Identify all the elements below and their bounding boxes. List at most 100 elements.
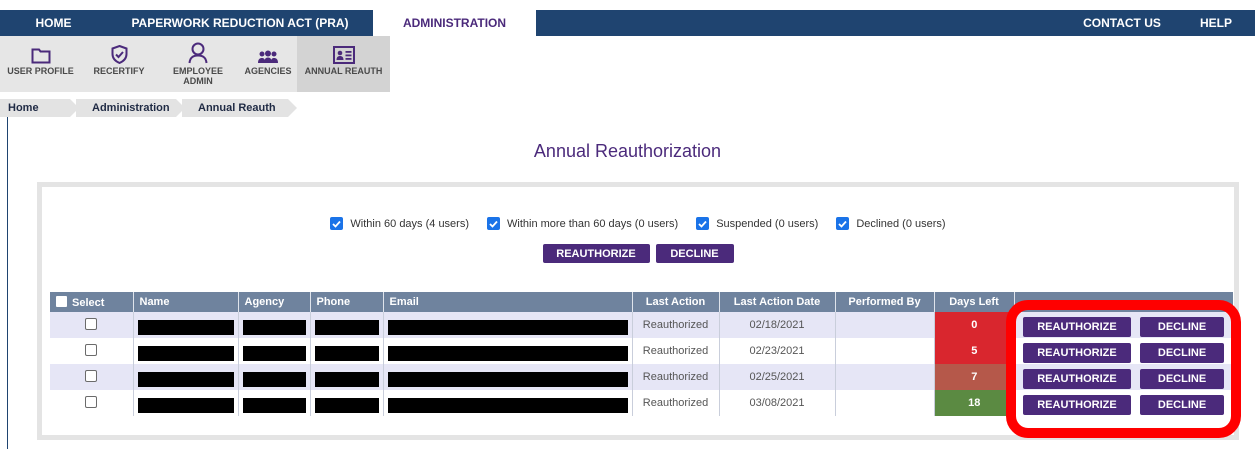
check-icon [838, 220, 847, 228]
row-decline-button[interactable]: DECLINE [1140, 316, 1225, 337]
row-checkbox[interactable] [85, 369, 98, 382]
user-icon [188, 42, 208, 64]
nav-pra[interactable]: PAPERWORK REDUCTION ACT (PRA) [107, 10, 373, 36]
folder-icon [31, 48, 50, 64]
header-phone: Phone [310, 292, 384, 312]
name-cell-redacted [133, 390, 239, 416]
row-actions-cell: REAUTHORIZE DECLINE [1014, 338, 1233, 364]
agency-cell-redacted [238, 364, 311, 390]
row-select-cell [50, 338, 134, 364]
header-email: Email [383, 292, 633, 312]
days-left-cell: 5 [934, 338, 1014, 364]
breadcrumb-home[interactable]: Home [0, 99, 79, 117]
checkbox-checked[interactable] [487, 217, 501, 230]
table-row: Reauthorized 02/23/2021 5 REAUTHORIZE DE… [50, 338, 1233, 364]
annual-reauth-label: ANNUAL REAUTH [304, 66, 383, 76]
row-reauthorize-button[interactable]: REAUTHORIZE [1022, 394, 1131, 415]
filter-within-60[interactable]: Within 60 days (4 users) [330, 217, 469, 230]
header-last-action-date: Last Action Date [719, 292, 836, 312]
admin-toolbar: USER PROFILE RECERTIFY EMPLOYEE ADMIN AG… [0, 36, 1255, 92]
filter-label: Declined (0 users) [856, 217, 946, 230]
phone-cell-redacted [310, 364, 384, 390]
nav-contact-us[interactable]: CONTACT US [1067, 10, 1177, 36]
users-group-icon [258, 50, 278, 63]
row-actions-cell: REAUTHORIZE DECLINE [1014, 364, 1233, 390]
nav-home[interactable]: HOME [0, 10, 107, 36]
row-reauthorize-button[interactable]: REAUTHORIZE [1022, 316, 1131, 337]
filter-suspended[interactable]: Suspended (0 users) [696, 217, 818, 230]
last-action-date-cell: 03/08/2021 [719, 390, 836, 416]
page-title: Annual Reauthorization [533, 141, 722, 161]
shield-check-icon [111, 45, 127, 64]
annual-reauth-button[interactable]: ANNUAL REAUTH [297, 36, 390, 92]
header-actions [1014, 292, 1233, 312]
employee-admin-button[interactable]: EMPLOYEE ADMIN [157, 36, 239, 92]
nav-help[interactable]: HELP [1177, 10, 1255, 36]
email-cell-redacted [383, 338, 633, 364]
name-cell-redacted [133, 312, 239, 338]
table-header-row: Select Name Agency Phone Email Last Acti… [50, 292, 1233, 312]
agencies-button[interactable]: AGENCIES [239, 36, 297, 92]
performed-by-cell [835, 312, 935, 338]
agency-cell-redacted [238, 338, 311, 364]
performed-by-cell [835, 390, 935, 416]
days-left-cell: 18 [934, 390, 1014, 416]
last-action-date-cell: 02/18/2021 [719, 312, 836, 338]
row-reauthorize-button[interactable]: REAUTHORIZE [1022, 368, 1131, 389]
reauthorization-panel: Within 60 days (4 users) Within more tha… [37, 182, 1239, 440]
recertify-label: RECERTIFY [93, 66, 145, 76]
breadcrumb-administration[interactable]: Administration [76, 99, 185, 117]
row-decline-button[interactable]: DECLINE [1140, 342, 1225, 363]
row-checkbox[interactable] [85, 395, 98, 408]
last-action-cell: Reauthorized [632, 338, 720, 364]
user-profile-button[interactable]: USER PROFILE [0, 36, 81, 92]
row-select-cell [50, 312, 134, 338]
last-action-date-cell: 02/23/2021 [719, 338, 836, 364]
check-icon [698, 220, 707, 228]
filter-label: Within 60 days (4 users) [350, 217, 470, 230]
header-name: Name [133, 292, 239, 312]
row-select-cell [50, 364, 134, 390]
table-row: Reauthorized 03/08/2021 18 REAUTHORIZE D… [50, 390, 1233, 416]
bulk-actions: REAUTHORIZE DECLINE [42, 244, 1234, 263]
nav-administration[interactable]: ADMINISTRATION [373, 10, 536, 36]
header-agency: Agency [238, 292, 311, 312]
user-profile-label: USER PROFILE [7, 66, 74, 76]
email-cell-redacted [383, 364, 633, 390]
header-performed-by: Performed By [835, 292, 935, 312]
check-icon [489, 220, 498, 228]
top-navigation: HOME PAPERWORK REDUCTION ACT (PRA) ADMIN… [0, 10, 1255, 36]
checkbox-checked[interactable] [836, 217, 850, 230]
reauthorization-table: Select Name Agency Phone Email Last Acti… [50, 292, 1233, 416]
row-select-cell [50, 390, 134, 416]
id-card-icon [332, 46, 355, 64]
checkbox-checked[interactable] [330, 217, 344, 230]
filter-label: Suspended (0 users) [716, 217, 819, 230]
row-checkbox[interactable] [85, 343, 98, 356]
header-select[interactable]: Select [50, 292, 134, 312]
days-left-cell: 0 [934, 312, 1014, 338]
row-decline-button[interactable]: DECLINE [1140, 368, 1225, 389]
employee-admin-label: EMPLOYEE ADMIN [172, 66, 223, 86]
performed-by-cell [835, 338, 935, 364]
bulk-decline-button[interactable]: DECLINE [655, 244, 734, 263]
recertify-button[interactable]: RECERTIFY [81, 36, 157, 92]
filter-label: Within more than 60 days (0 users) [507, 217, 679, 230]
select-all-checkbox[interactable] [56, 295, 67, 307]
name-cell-redacted [133, 338, 239, 364]
header-days-left: Days Left [934, 292, 1015, 312]
bulk-reauthorize-button[interactable]: REAUTHORIZE [542, 244, 650, 263]
row-decline-button[interactable]: DECLINE [1140, 394, 1225, 415]
name-cell-redacted [133, 364, 239, 390]
last-action-cell: Reauthorized [632, 312, 720, 338]
days-left-cell: 7 [934, 364, 1014, 390]
checkbox-checked[interactable] [696, 217, 710, 230]
row-checkbox[interactable] [85, 317, 98, 330]
filter-more-than-60[interactable]: Within more than 60 days (0 users) [487, 217, 678, 230]
row-reauthorize-button[interactable]: REAUTHORIZE [1022, 342, 1131, 363]
agencies-label: AGENCIES [244, 66, 292, 76]
phone-cell-redacted [310, 338, 384, 364]
breadcrumb-annual-reauth[interactable]: Annual Reauth [182, 99, 297, 117]
filter-declined[interactable]: Declined (0 users) [836, 217, 946, 230]
phone-cell-redacted [310, 312, 384, 338]
